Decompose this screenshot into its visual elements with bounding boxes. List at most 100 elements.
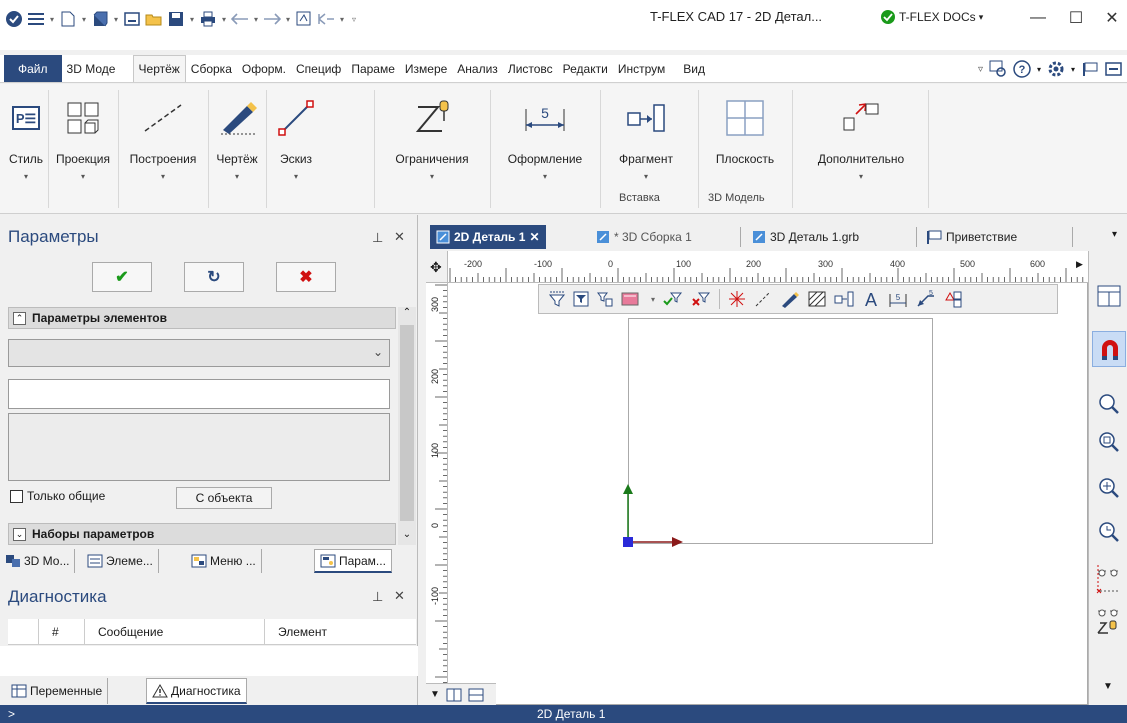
file-menu[interactable]: Файл [4,55,62,82]
tab-parameters-panel[interactable]: Парам... [314,549,392,573]
zoom-icon[interactable] [1098,393,1120,415]
cancel-button[interactable]: ✖ [276,262,336,292]
tab-measure[interactable]: Измере [400,55,452,82]
pin-icon[interactable]: ⊥ [372,589,383,605]
customize-toolbar-icon[interactable]: ▿ [348,8,360,30]
save-icon[interactable] [166,8,186,30]
drawing-button[interactable]: Чертёж ▾ [210,84,264,212]
tab-3d-model-tree[interactable]: 3D Мо... [0,549,76,573]
hatch-icon[interactable] [808,291,826,307]
element-name-field[interactable] [8,379,390,409]
filter-clear-icon[interactable] [691,291,711,307]
snap-toggle-button[interactable] [1092,331,1126,367]
construction-line-icon[interactable] [754,290,772,308]
fragment-icon[interactable] [834,291,854,307]
minimize-button[interactable]: — [1023,6,1053,30]
color-filter-icon[interactable] [621,291,643,307]
constraints-button[interactable]: Ограничения ▾ [376,84,488,212]
from-object-button[interactable]: С объекта [176,487,272,509]
chevron-down-icon[interactable]: ▾ [1071,65,1075,74]
tolerance-icon[interactable] [944,290,962,308]
doc-tab-welcome[interactable]: Приветствие [920,225,1023,249]
tab-specification[interactable]: Специф [291,55,346,82]
redo-icon[interactable] [262,8,282,30]
maximize-button[interactable]: ☐ [1061,6,1091,30]
flag-icon[interactable] [1081,61,1099,77]
filter-box-icon[interactable] [573,291,589,307]
print-icon[interactable] [198,8,218,30]
snap-icon[interactable] [728,290,746,308]
tab-assembly[interactable]: Сборка [186,55,237,82]
element-type-select[interactable]: ⌄ [8,339,390,367]
tab-variables[interactable]: Переменные [6,678,109,704]
tab-sheet-metal[interactable]: Листовс [503,55,558,82]
ok-button[interactable]: ✔ [92,262,152,292]
chevron-down-icon[interactable]: ▾ [1037,65,1041,74]
chevron-down-icon[interactable]: ▾ [338,8,346,30]
leader-icon[interactable]: 5 [916,290,936,308]
filter-select-icon[interactable] [597,291,613,307]
pin-icon[interactable]: ⊥ [372,230,383,246]
only-common-checkbox[interactable]: Только общие [10,489,105,503]
filter-apply-icon[interactable] [663,291,683,307]
annotation-button[interactable]: 5 Оформление ▾ [492,84,598,212]
projection-button[interactable]: Проекция ▾ [50,84,116,212]
new-3d-icon[interactable] [90,8,110,30]
dimension-icon[interactable]: 5 [888,290,908,308]
chevron-down-icon[interactable]: ▾ [48,8,56,30]
macro-icon[interactable] [316,8,336,30]
scroll-down-icon[interactable]: ⌄ [398,529,416,545]
move-icon[interactable]: ✥ [430,259,442,276]
page-layout-icon[interactable] [446,688,462,702]
construction-button[interactable]: Построения ▾ [120,84,206,212]
tab-formatting[interactable]: Оформ. [237,55,291,82]
new-document-icon[interactable] [58,8,78,30]
col-element[interactable]: Элемент [278,625,327,639]
tab-edit[interactable]: Редакти [558,55,613,82]
pencil-draw-icon[interactable] [780,290,800,308]
tab-drawing[interactable]: Чертёж [132,55,186,82]
doc-tab-3d-detail[interactable]: 3D Деталь 1.grb [746,225,865,249]
chevron-down-icon[interactable]: ▾ [651,295,655,304]
refresh-button[interactable]: ↻ [184,262,244,292]
tab-diagnostics[interactable]: Диагностика [146,678,247,704]
app-menu-icon[interactable] [4,8,24,30]
page-split-icon[interactable] [468,688,484,702]
help-icon[interactable]: ? [1013,60,1031,78]
section-elements-header[interactable]: ⌃ Параметры элементов [8,307,396,329]
doc-tab-3d-assembly[interactable]: * 3D Сборка 1 [590,225,698,249]
scroll-down-icon[interactable]: ▼ [1103,681,1113,692]
filter-icon[interactable] [549,291,565,307]
col-number[interactable]: # [52,625,59,639]
chevron-down-icon[interactable]: ▾ [252,8,260,30]
chevron-down-icon[interactable]: ▾ [188,8,196,30]
doc-tab-2d-detail[interactable]: 2D Деталь 1 ✕ [430,225,546,249]
close-button[interactable]: ✕ [1097,6,1127,30]
tab-elements[interactable]: Элеме... [82,549,159,573]
scroll-right-icon[interactable]: ▶ [1076,259,1083,270]
customize-icon[interactable]: ▿ [978,64,983,75]
sketch-button[interactable]: Эскиз ▾ [268,84,324,212]
docs-indicator[interactable]: T-FLEX DOCs ▾ [880,9,983,25]
page-table-icon[interactable] [1097,285,1121,307]
style-button[interactable]: P☰ Стиль ▾ [6,84,46,212]
additional-button[interactable]: Дополнительно ▾ [796,84,926,212]
glasses-dimension-icon[interactable] [1096,563,1122,597]
panel-icon[interactable] [1105,61,1123,77]
zoom-fit-icon[interactable] [1098,477,1120,499]
search-command-icon[interactable] [989,60,1007,78]
open-folder-icon[interactable] [144,8,164,30]
new-drawing-icon[interactable] [122,8,142,30]
tab-menu[interactable]: Меню ... [186,549,262,573]
chevron-down-icon[interactable]: ▾ [284,8,292,30]
params-scrollbar[interactable]: ⌃ ⌄ [398,307,416,545]
command-prompt[interactable]: > [8,707,15,721]
tab-analysis[interactable]: Анализ [452,55,503,82]
scroll-down-icon[interactable]: ▼ [430,689,440,700]
regenerate-icon[interactable] [294,8,314,30]
glasses-constraint-icon[interactable] [1096,607,1122,637]
section-sets-header[interactable]: ⌄ Наборы параметров [8,523,396,545]
tab-parameters[interactable]: Параме [346,55,400,82]
close-icon[interactable]: ✕ [529,230,539,244]
close-icon[interactable]: ✕ [394,588,405,604]
